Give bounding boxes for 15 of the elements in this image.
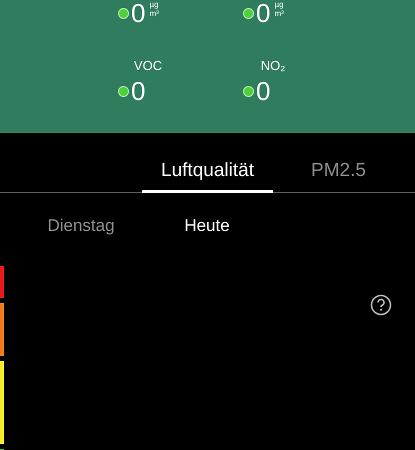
metric-value: 0 xyxy=(131,0,146,26)
tab[interactable]: Luftqualität xyxy=(142,153,273,193)
tab[interactable]: PM2.5 xyxy=(273,153,404,193)
help-icon[interactable] xyxy=(370,294,392,316)
unit-text: µg xyxy=(149,0,159,9)
unit-text: m³ xyxy=(274,9,284,18)
unit-text: µg xyxy=(274,0,284,9)
metric-label: VOC xyxy=(134,57,162,75)
metric-value: 0 xyxy=(256,0,270,26)
metric-label: NO₂ xyxy=(260,57,286,75)
day-tab[interactable]: Dienstag xyxy=(18,213,144,239)
day-tab[interactable]: Heute xyxy=(144,213,270,239)
unit-text: m³ xyxy=(149,9,159,18)
metric-value: 0 xyxy=(131,78,146,104)
metric-value: 0 xyxy=(256,78,270,104)
